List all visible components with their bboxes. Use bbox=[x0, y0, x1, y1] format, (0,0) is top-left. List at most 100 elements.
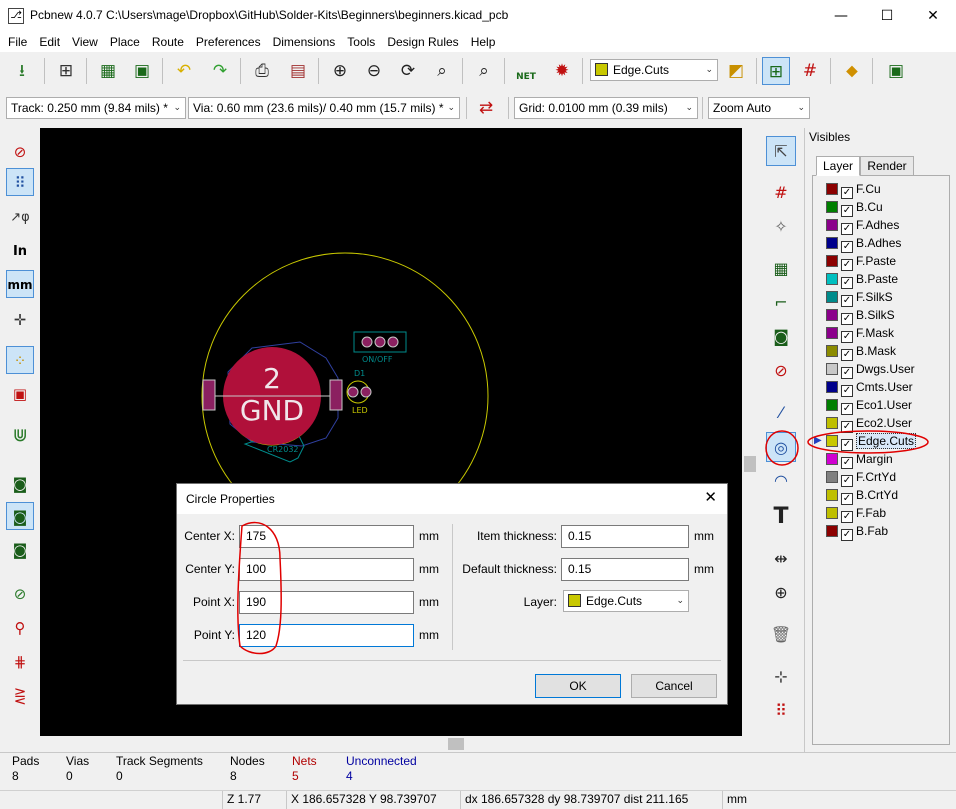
zoom-in-icon[interactable]: ⊕ bbox=[326, 57, 354, 85]
close-button[interactable]: ✕ bbox=[910, 0, 956, 32]
layer-color-swatch[interactable] bbox=[826, 237, 838, 249]
add-footprint-icon[interactable]: ▦ bbox=[766, 254, 796, 284]
zoom-fit-icon[interactable]: ⌕ bbox=[428, 57, 456, 85]
add-arc-icon[interactable]: ◠ bbox=[766, 466, 796, 496]
horizontal-scroll-thumb[interactable] bbox=[448, 738, 464, 750]
layer-row-b-silks[interactable]: ✓ B.SilkS bbox=[826, 306, 895, 325]
polar-coords-icon[interactable]: ↗φ bbox=[6, 204, 34, 232]
layer-color-swatch[interactable] bbox=[826, 291, 838, 303]
save-icon[interactable]: ⭳ bbox=[8, 57, 36, 85]
layer-row-b-paste[interactable]: ✓ B.Paste bbox=[826, 270, 898, 289]
mode-footprint-icon[interactable]: ⊞ bbox=[762, 57, 790, 85]
layer-row-f-cu[interactable]: ✓ F.Cu bbox=[826, 180, 881, 199]
default-thickness-input[interactable]: 0.15 bbox=[561, 558, 689, 581]
layer-row-cmts-user[interactable]: ✓ Cmts.User bbox=[826, 378, 913, 397]
track-width-combo[interactable]: Track: 0.250 mm (9.84 mils) * ⌄ bbox=[6, 97, 186, 119]
layer-row-f-fab[interactable]: ✓ F.Fab bbox=[826, 504, 886, 523]
zone-fill-icon[interactable]: ◙ bbox=[6, 470, 34, 498]
add-keepout-icon[interactable]: ⊘ bbox=[766, 356, 796, 386]
route-track-icon[interactable]: ⌐ bbox=[766, 288, 796, 318]
show-ratsnest-icon[interactable]: ⁘ bbox=[6, 346, 34, 374]
units-inch-button[interactable]: In bbox=[6, 238, 34, 266]
layer-row-b-crtyd[interactable]: ✓ B.CrtYd bbox=[826, 486, 898, 505]
grid-toggle-icon[interactable]: ⠿ bbox=[6, 168, 34, 196]
add-text-icon[interactable]: T bbox=[766, 502, 796, 532]
layer-row-f-paste[interactable]: ✓ F.Paste bbox=[826, 252, 896, 271]
layer-row-f-crtyd[interactable]: ✓ F.CrtYd bbox=[826, 468, 896, 487]
add-target-icon[interactable]: ⊕ bbox=[766, 578, 796, 608]
layer-color-swatch[interactable] bbox=[826, 255, 838, 267]
layer-color-swatch[interactable] bbox=[826, 183, 838, 195]
tab-layer[interactable]: Layer bbox=[816, 156, 860, 176]
library-browser-icon[interactable]: ▣ bbox=[128, 57, 156, 85]
layer-color-swatch[interactable] bbox=[826, 201, 838, 213]
find-icon[interactable]: ⌕ bbox=[470, 57, 498, 85]
vertical-scrollbar[interactable] bbox=[742, 128, 758, 736]
freeroute-icon[interactable]: ⬥ bbox=[838, 57, 866, 85]
layer-row-f-adhes[interactable]: ✓ F.Adhes bbox=[826, 216, 899, 235]
layer-row-f-mask[interactable]: ✓ F.Mask bbox=[826, 324, 894, 343]
menu-edit[interactable]: Edit bbox=[33, 32, 66, 52]
minimize-button[interactable]: — bbox=[818, 0, 864, 32]
layer-color-swatch[interactable] bbox=[826, 399, 838, 411]
menu-preferences[interactable]: Preferences bbox=[190, 32, 267, 52]
highlight-net-icon[interactable]: # bbox=[766, 178, 796, 208]
tab-render[interactable]: Render bbox=[860, 156, 914, 176]
auto-delete-track-icon[interactable]: ⋓ bbox=[6, 422, 34, 450]
cursor-shape-icon[interactable]: ✛ bbox=[6, 306, 34, 334]
units-mm-button[interactable]: mm bbox=[6, 270, 34, 298]
tracks-sketch-icon[interactable]: ⋕ bbox=[6, 648, 34, 676]
layer-color-swatch[interactable] bbox=[826, 489, 838, 501]
layer-row-b-cu[interactable]: ✓ B.Cu bbox=[826, 198, 883, 217]
layer-color-swatch[interactable] bbox=[826, 345, 838, 357]
layer-row-b-mask[interactable]: ✓ B.Mask bbox=[826, 342, 896, 361]
layer-color-swatch[interactable] bbox=[826, 327, 838, 339]
layer-color-swatch[interactable] bbox=[826, 273, 838, 285]
module-editor-icon[interactable]: ▦ bbox=[94, 57, 122, 85]
zoom-combo[interactable]: Zoom Auto ⌄ bbox=[708, 97, 810, 119]
delete-trash-icon[interactable]: 🗑 bbox=[766, 620, 796, 650]
vias-sketch-icon[interactable]: ⚲ bbox=[6, 614, 34, 642]
zone-outline-icon[interactable]: ◙ bbox=[6, 502, 34, 530]
layer-color-swatch[interactable] bbox=[826, 381, 838, 393]
dialog-close-icon[interactable]: ✕ bbox=[704, 488, 717, 506]
horizontal-scrollbar[interactable] bbox=[40, 736, 756, 752]
undo-icon[interactable]: ↶ bbox=[170, 57, 198, 85]
ok-button[interactable]: OK bbox=[535, 674, 621, 698]
via-size-combo[interactable]: Via: 0.60 mm (23.6 mils)/ 0.40 mm (15.7 … bbox=[188, 97, 460, 119]
layer-row-f-silks[interactable]: ✓ F.SilkS bbox=[826, 288, 893, 307]
high-contrast-icon[interactable]: ⋛ bbox=[6, 682, 34, 710]
drc-bug-icon[interactable]: ✹ bbox=[548, 57, 576, 85]
grid-combo[interactable]: Grid: 0.0100 mm (0.39 mils) ⌄ bbox=[514, 97, 698, 119]
pads-sketch-icon[interactable]: ⊘ bbox=[6, 580, 34, 608]
mode-track-icon[interactable]: # bbox=[796, 57, 824, 85]
layer-visibility-checkbox[interactable]: ✓ bbox=[841, 529, 853, 541]
layer-color-swatch[interactable] bbox=[826, 525, 838, 537]
grid-origin-icon[interactable]: ⠿ bbox=[766, 696, 796, 726]
layer-color-swatch[interactable] bbox=[826, 507, 838, 519]
menu-design-rules[interactable]: Design Rules bbox=[381, 32, 464, 52]
redraw-icon[interactable]: ⟳ bbox=[394, 57, 422, 85]
layer-color-swatch[interactable] bbox=[826, 363, 838, 375]
menu-place[interactable]: Place bbox=[104, 32, 146, 52]
menu-help[interactable]: Help bbox=[465, 32, 502, 52]
redo-icon[interactable]: ↷ bbox=[206, 57, 234, 85]
menu-route[interactable]: Route bbox=[146, 32, 190, 52]
layer-row-eco1-user[interactable]: ✓ Eco1.User bbox=[826, 396, 912, 415]
layer-select-combo[interactable]: Edge.Cuts ⌄ bbox=[590, 59, 718, 81]
auto-track-width-icon[interactable]: ⇄ bbox=[472, 94, 500, 122]
layer-row-b-adhes[interactable]: ✓ B.Adhes bbox=[826, 234, 901, 253]
add-line-icon[interactable]: ⁄ bbox=[766, 398, 796, 428]
page-settings-icon[interactable]: ⊞ bbox=[52, 57, 80, 85]
print-icon[interactable]: ⎙ bbox=[248, 57, 276, 85]
layer-pair-icon[interactable]: ◩ bbox=[722, 57, 750, 85]
menu-view[interactable]: View bbox=[66, 32, 104, 52]
module-ratsnest-icon[interactable]: ▣ bbox=[6, 380, 34, 408]
menu-file[interactable]: File bbox=[0, 32, 33, 52]
menu-tools[interactable]: Tools bbox=[341, 32, 381, 52]
local-ratsnest-icon[interactable]: ✧ bbox=[766, 212, 796, 242]
netlist-icon[interactable]: NET bbox=[512, 57, 540, 85]
maximize-button[interactable]: ☐ bbox=[864, 0, 910, 32]
layer-color-swatch[interactable] bbox=[826, 471, 838, 483]
zone-hide-icon[interactable]: ◙ bbox=[6, 536, 34, 564]
